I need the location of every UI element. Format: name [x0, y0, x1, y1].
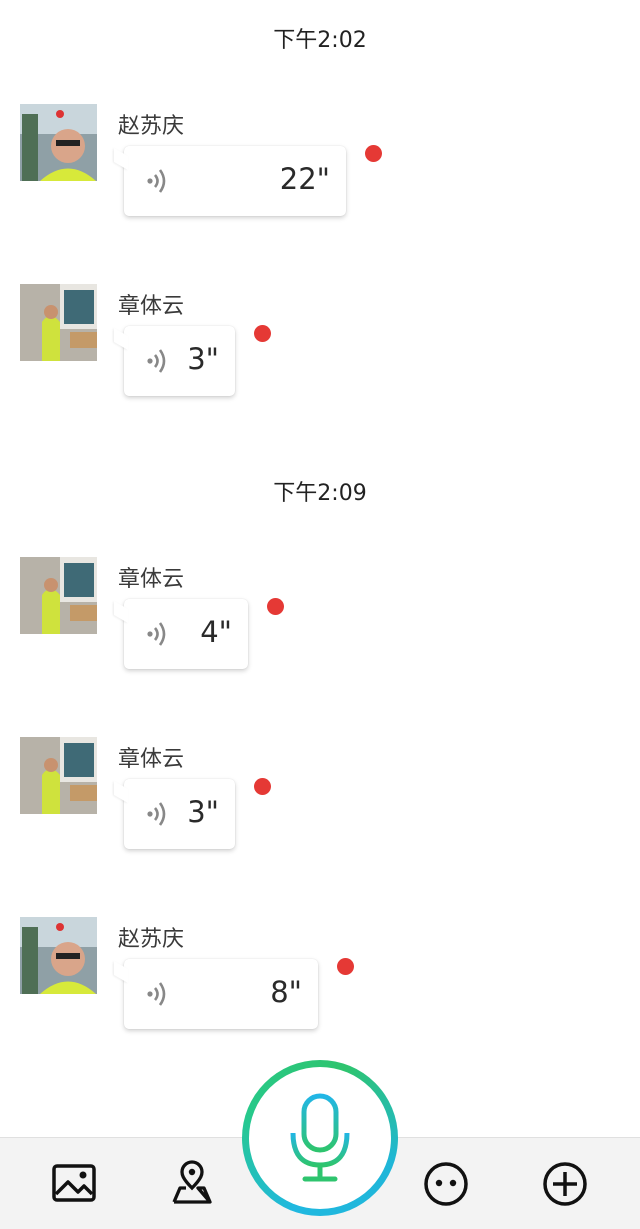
- timestamp: 下午2:09: [273, 481, 367, 506]
- voice-record-button[interactable]: [242, 1060, 398, 1216]
- voice-duration: 4": [200, 615, 232, 649]
- voice-wave-icon: [147, 349, 166, 373]
- voice-message: 章体云 3": [20, 737, 620, 857]
- unread-dot: [254, 778, 271, 795]
- voice-wave-icon: [147, 169, 166, 193]
- voice-bubble[interactable]: 3": [114, 326, 235, 396]
- avatar[interactable]: [20, 917, 97, 994]
- sender-name: 章体云: [118, 747, 185, 772]
- voice-wave-icon: [147, 982, 166, 1006]
- voice-message: 章体云 3": [20, 284, 620, 404]
- voice-bubble[interactable]: 3": [114, 779, 235, 849]
- avatar[interactable]: [20, 557, 97, 634]
- avatar[interactable]: [20, 284, 97, 361]
- voice-duration: 3": [187, 795, 219, 829]
- sender-name: 赵苏庆: [118, 927, 185, 952]
- voice-message: 赵苏庆 8": [20, 917, 620, 1037]
- unread-dot: [337, 958, 354, 975]
- unread-dot: [365, 145, 382, 162]
- sender-name: 章体云: [118, 294, 185, 319]
- voice-message: 章体云 4": [20, 557, 620, 677]
- microphone-icon: [290, 1093, 350, 1182]
- voice-bubble[interactable]: 4": [114, 599, 248, 669]
- unread-dot: [267, 598, 284, 615]
- voice-bubble[interactable]: 22": [114, 146, 346, 216]
- avatar[interactable]: [20, 737, 97, 814]
- sender-name: 赵苏庆: [118, 114, 185, 139]
- voice-duration: 3": [187, 342, 219, 376]
- plus-icon[interactable]: [541, 1160, 589, 1208]
- avatar[interactable]: [20, 104, 97, 181]
- unread-dot: [254, 325, 271, 342]
- emoji-icon[interactable]: [422, 1160, 470, 1208]
- voice-wave-icon: [147, 802, 166, 826]
- location-icon[interactable]: [168, 1158, 216, 1206]
- timestamp: 下午2:02: [273, 28, 367, 53]
- voice-duration: 22": [279, 162, 330, 196]
- voice-bubble[interactable]: 8": [114, 959, 318, 1029]
- image-icon[interactable]: [50, 1160, 98, 1208]
- voice-message: 赵苏庆 22": [20, 104, 620, 224]
- sender-name: 章体云: [118, 567, 185, 592]
- voice-wave-icon: [147, 622, 166, 646]
- voice-duration: 8": [270, 975, 302, 1009]
